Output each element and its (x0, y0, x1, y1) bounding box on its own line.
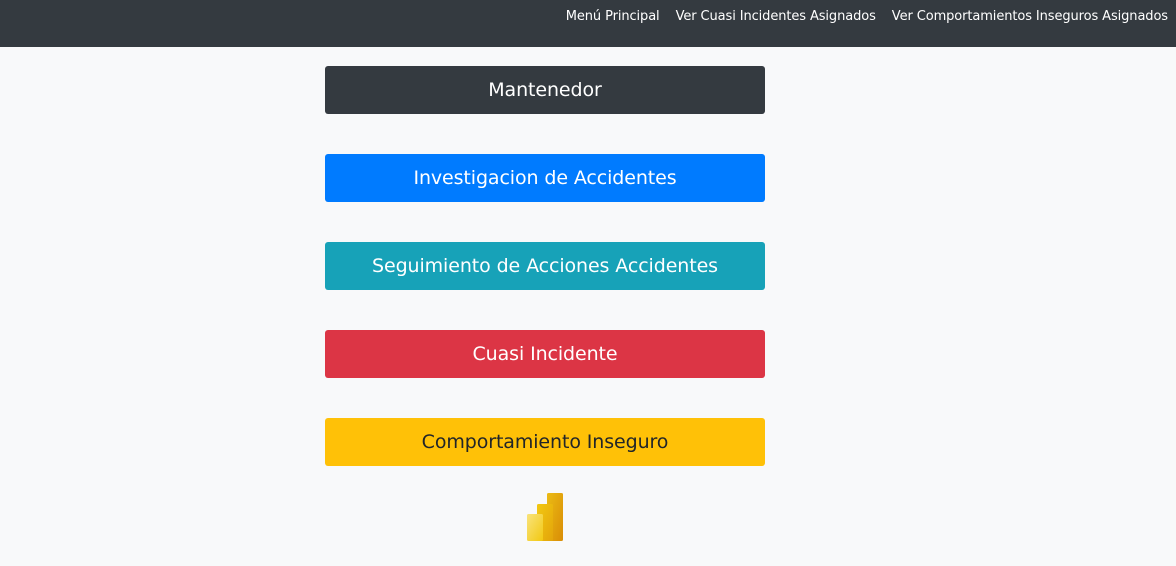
investigacion-accidentes-button[interactable]: Investigacion de Accidentes (325, 154, 765, 202)
power-bi-icon[interactable] (527, 493, 563, 541)
comportamiento-inseguro-button[interactable]: Comportamiento Inseguro (325, 418, 765, 466)
nav-menu-principal[interactable]: Menú Principal (558, 7, 668, 27)
top-navbar: Menú Principal Ver Cuasi Incidentes Asig… (0, 0, 1176, 47)
mantenedor-button[interactable]: Mantenedor (325, 66, 765, 114)
cuasi-incidente-button[interactable]: Cuasi Incidente (325, 330, 765, 378)
seguimiento-acciones-button[interactable]: Seguimiento de Acciones Accidentes (325, 242, 765, 290)
nav-links: Menú Principal Ver Cuasi Incidentes Asig… (558, 7, 1168, 27)
nav-ver-cuasi-incidentes-asignados[interactable]: Ver Cuasi Incidentes Asignados (668, 7, 884, 27)
nav-ver-comportamientos-inseguros-asignados[interactable]: Ver Comportamientos Inseguros Asignados (884, 7, 1168, 27)
